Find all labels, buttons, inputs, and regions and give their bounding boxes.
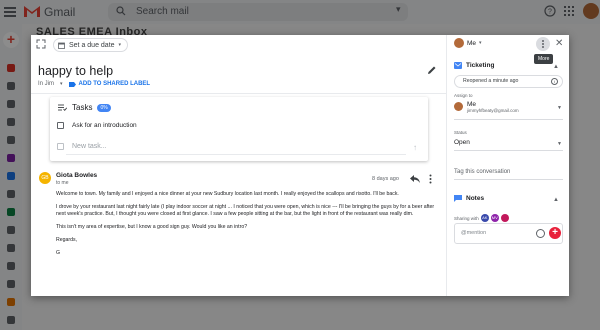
reopened-status-pill: Reopened a minute ago i [454, 75, 563, 88]
divider [454, 150, 563, 151]
new-task-row: New task... ↑ [57, 143, 421, 152]
assign-to-label: Assign to [454, 93, 473, 98]
note-input[interactable]: @mention + [454, 223, 563, 244]
me-selector[interactable]: Me ▾ [454, 38, 482, 48]
assignee-email: jimmyhfbeaty@gmail.com [467, 108, 519, 113]
message-paragraph: This isn't my area of expertise, but I k… [56, 224, 248, 230]
recipient-line[interactable]: to me [56, 180, 69, 186]
tasks-progress-badge: 0% [97, 103, 111, 112]
shared-user-avatar[interactable]: MV [490, 214, 499, 222]
message-paragraph: I drove by your restaurant last night fa… [56, 204, 435, 217]
me-label: Me [467, 39, 477, 47]
sender-avatar: GB [39, 172, 51, 184]
message-paragraph: Regards, [56, 237, 78, 243]
collapse-notes-icon[interactable]: ▲ [553, 197, 559, 203]
close-icon[interactable]: ✕ [555, 39, 563, 49]
divider [454, 179, 563, 180]
ticketing-icon [454, 62, 462, 69]
status-label: Status [454, 130, 467, 135]
calendar-icon [58, 42, 65, 49]
tasks-header: Tasks 0% [58, 103, 111, 112]
tasks-list-icon [58, 104, 67, 111]
status-select[interactable]: Open [454, 139, 470, 146]
sharing-with-label: Sharing with [454, 215, 479, 221]
message-more-icon[interactable] [429, 174, 432, 184]
submit-task-icon[interactable]: ↑ [413, 143, 417, 152]
mention-placeholder: @mention [461, 230, 487, 236]
tasks-title: Tasks [72, 103, 93, 112]
info-icon[interactable]: i [551, 78, 558, 85]
ticketing-title: Ticketing [466, 62, 495, 69]
modal-toolbar: Set a due date ▾ [31, 35, 446, 55]
more-button[interactable] [536, 37, 550, 51]
label-tag-icon [68, 81, 76, 87]
message-date: 8 days ago [372, 176, 399, 182]
notes-header[interactable]: Notes [454, 195, 484, 202]
collapse-ticketing-icon[interactable]: ▲ [553, 64, 559, 70]
task-label[interactable]: Ask for an introduction [72, 122, 137, 129]
due-date-label: Set a due date [69, 41, 115, 49]
task-item: Ask for an introduction [57, 122, 137, 129]
message-paragraph: G [56, 250, 61, 256]
assignee-avatar [454, 102, 463, 111]
tasks-card: Tasks 0% Ask for an introduction New tas… [50, 97, 428, 161]
sharing-with: Sharing with AK MV [454, 214, 509, 222]
emoji-icon[interactable] [536, 229, 545, 238]
divider [31, 93, 446, 94]
chevron-down-icon: ▾ [118, 42, 122, 48]
assignee-select[interactable]: Me jimmyhfbeaty@gmail.com [454, 101, 519, 113]
conversation-modal: Set a due date ▾ happy to help In Jim ▾ … [31, 35, 569, 296]
folder-label: In Jim [38, 81, 55, 87]
conversation-title: happy to help [38, 64, 114, 78]
assignee-dropdown-icon[interactable]: ▼ [557, 105, 562, 111]
add-shared-label-button[interactable]: ADD TO SHARED LABEL [68, 81, 151, 87]
message-paragraph: Welcome to town. My family and I enjoyed… [56, 191, 399, 197]
edit-title-icon[interactable] [427, 65, 437, 75]
conversation-meta: In Jim ▾ ADD TO SHARED LABEL [38, 81, 150, 87]
new-task-checkbox [57, 143, 64, 150]
add-note-button[interactable]: + [549, 227, 561, 239]
new-task-input[interactable]: New task... [72, 143, 107, 150]
sender-name: Giota Bowles [56, 172, 98, 179]
assignee-name: Me [467, 101, 477, 108]
add-shared-label-text: ADD TO SHARED LABEL [78, 81, 151, 87]
divider [454, 119, 563, 120]
more-dot [542, 46, 544, 48]
message-body: Welcome to town. My family and I enjoyed… [56, 191, 436, 263]
status-dropdown-icon[interactable]: ▼ [557, 141, 562, 147]
chevron-down-icon: ▾ [479, 40, 482, 46]
more-tooltip: More [534, 54, 554, 64]
task-checkbox[interactable] [57, 122, 64, 129]
side-panel: Me ▾ ✕ More Ticketing ▲ Reopened a minut… [446, 35, 569, 296]
shared-user-avatar[interactable]: AK [480, 214, 489, 222]
me-avatar [454, 38, 464, 48]
notes-title: Notes [466, 195, 485, 202]
ticketing-header[interactable]: Ticketing [454, 62, 494, 69]
set-due-date-button[interactable]: Set a due date ▾ [53, 38, 129, 52]
expand-icon[interactable] [36, 39, 46, 49]
more-dot [542, 43, 544, 45]
reply-icon[interactable] [410, 174, 420, 183]
new-task-underline [66, 154, 406, 155]
tag-conversation-input[interactable]: Tag this conversation [454, 169, 510, 175]
shared-user-avatar[interactable] [500, 214, 509, 222]
notes-icon [454, 195, 462, 202]
reopened-text: Reopened a minute ago [463, 78, 519, 84]
folder-chevron-icon[interactable]: ▾ [60, 81, 63, 87]
more-dot [542, 40, 544, 42]
